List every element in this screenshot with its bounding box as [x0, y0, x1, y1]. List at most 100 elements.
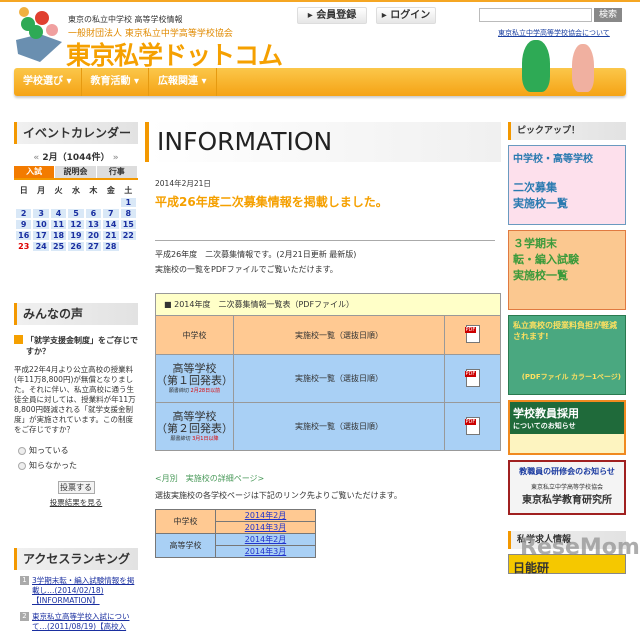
- calendar-day: [121, 242, 136, 251]
- weekday: 金: [106, 186, 115, 195]
- event-calendar-heading: イベントカレンダー: [14, 122, 138, 144]
- option-know[interactable]: 知っている: [14, 445, 138, 456]
- calendar-day[interactable]: 8: [120, 209, 136, 218]
- divider: [155, 240, 495, 241]
- poll-question: 「就学支援金制度」をご存じですか？: [26, 336, 138, 356]
- calendar-day[interactable]: 14: [103, 220, 119, 229]
- calendar-day[interactable]: 15: [120, 220, 136, 229]
- calendar-month-nav: « 2月（1044件） »: [14, 150, 138, 163]
- pdf-icon[interactable]: [464, 368, 480, 387]
- month-link[interactable]: 2014年3月: [245, 523, 286, 532]
- banner-training[interactable]: 教職員の研修会のお知らせ 東京私立中学高等学校協会 東京私学教育研究所: [508, 460, 626, 515]
- pdf-list-table: ■ 2014年度 二次募集情報一覧表（PDFファイル） 中学校 実施校一覧（選抜日…: [155, 293, 501, 451]
- calendar-day[interactable]: 18: [50, 231, 67, 240]
- login-button[interactable]: ▸ ログイン: [376, 7, 436, 24]
- calendar-day[interactable]: 16: [16, 231, 32, 240]
- calendar-day[interactable]: 17: [33, 231, 49, 240]
- calendar-day: [51, 198, 66, 207]
- month-link[interactable]: 2014年3月: [245, 547, 286, 556]
- intro-line: 平成26年度 二次募集情報です。(2月21日更新 最新版): [155, 250, 357, 259]
- ranking-item[interactable]: 2 東京私立高等学校入試について…(2011/08/19)【高校入: [14, 612, 138, 632]
- top-accent-line: [0, 0, 640, 2]
- calendar-day[interactable]: 11: [50, 220, 67, 229]
- tab-events[interactable]: 行事: [96, 166, 137, 178]
- calendar-day[interactable]: 20: [85, 231, 102, 240]
- banner-teacher-hiring[interactable]: 学校教員採用 についてのお知らせ: [508, 400, 626, 455]
- banner-transfer-exam[interactable]: ３学期末 転・編入試験 実施校一覧: [508, 230, 626, 310]
- calendar-day: [103, 198, 118, 207]
- ranking-heading: アクセスランキング: [14, 548, 138, 570]
- table-row: 高等学校 （第１回発表） 願書締切 2月28日以前 実施校一覧（選抜日順）: [155, 354, 501, 403]
- calendar-day[interactable]: 13: [85, 220, 102, 229]
- calendar-day: [16, 198, 31, 207]
- calendar-day[interactable]: 19: [68, 231, 84, 240]
- calendar-month: 2月（1044件）: [42, 153, 110, 163]
- poll-results-link[interactable]: 投票結果を見る: [14, 497, 138, 508]
- calendar-day[interactable]: 21: [103, 231, 119, 240]
- calendar-day[interactable]: 12: [68, 220, 84, 229]
- association-link[interactable]: 東京私立中学高等学校協会について: [498, 28, 610, 38]
- nav-school-choice[interactable]: 学校選び ▾: [14, 68, 82, 96]
- search-button[interactable]: 検索: [594, 8, 622, 22]
- search-input[interactable]: [479, 8, 592, 22]
- pickup-heading: ピックアップ！: [508, 122, 626, 140]
- register-button[interactable]: ▸ 会員登録: [297, 7, 367, 24]
- nav-education[interactable]: 教育活動 ▾: [82, 68, 150, 96]
- watermark: ReseMom: [520, 535, 640, 560]
- mascot-green-icon: [522, 40, 550, 92]
- calendar-grid: 日月火水木金土 1 2 3 4 5 6 7 8 9 10 11 12 13 14 15 16 17 18 19 20 21…: [14, 183, 138, 253]
- voice-heading: みんなの声: [14, 303, 138, 325]
- calendar-day[interactable]: 27: [85, 242, 102, 251]
- vote-button[interactable]: 投票する: [57, 481, 95, 494]
- calendar-day[interactable]: 3: [33, 209, 49, 218]
- table-row: 高等学校 （第２回発表） 願書締切 3月1日以降 実施校一覧（選抜日順）: [155, 402, 501, 451]
- prev-month-button[interactable]: «: [33, 153, 39, 163]
- banner-second-recruitment[interactable]: 中学校・高等学校 二次募集 実施校一覧: [508, 145, 626, 225]
- logo-mascots-box[interactable]: [14, 6, 66, 62]
- ranking-item[interactable]: 1 3学期末転・編入試験情報を掲載し…(2014/02/18)【INFORMATI…: [14, 576, 138, 606]
- calendar-day[interactable]: 24: [33, 242, 49, 251]
- monthly-section-title: <月別 実施校の詳細ページ>: [155, 474, 265, 483]
- calendar-day[interactable]: 26: [68, 242, 84, 251]
- banner-tuition[interactable]: 私立高校の授業料負担が軽減されます! (PDFファイル カラー1ページ): [508, 315, 626, 395]
- nav-pr[interactable]: 広報関連 ▾: [149, 68, 217, 96]
- mascot-pink-icon: [572, 44, 594, 92]
- calendar-day[interactable]: 4: [50, 209, 67, 218]
- tagline: 東京の私立中学校 高等学校情報: [68, 15, 183, 24]
- post-date: 2014年2月21日: [155, 179, 211, 188]
- calendar-day[interactable]: 5: [68, 209, 84, 218]
- tab-exam[interactable]: 入試: [14, 166, 55, 178]
- calendar-day: [68, 198, 83, 207]
- pdf-icon[interactable]: [464, 325, 480, 343]
- site-brand[interactable]: 東京私学ドットコム: [66, 36, 283, 72]
- calendar-day[interactable]: 2: [16, 209, 32, 218]
- question-icon: [14, 335, 23, 344]
- calendar-day: [33, 198, 48, 207]
- calendar-day[interactable]: 25: [50, 242, 67, 251]
- monthly-section-text: 選抜実施校の各学校ページは下記のリンク先よりご覧いただけます。: [155, 491, 402, 500]
- calendar-day[interactable]: 1: [120, 198, 136, 207]
- weekday: 土: [124, 186, 133, 195]
- calendar-day[interactable]: 10: [33, 220, 49, 229]
- weekday: 月: [37, 186, 46, 195]
- post-headline: 平成26年度二次募集情報を掲載しました。: [155, 195, 388, 209]
- poll-body: 平成22年4月より公立高校の授業料(年11万8,800円)が無償となりました。そ…: [14, 365, 136, 434]
- next-month-button[interactable]: »: [113, 153, 119, 163]
- tab-briefing[interactable]: 説明会: [55, 166, 96, 178]
- option-didnt-know[interactable]: 知らなかった: [14, 460, 138, 471]
- weekday: 水: [71, 186, 80, 195]
- intro-line-2: 実施校の一覧をPDFファイルでご覧いただけます。: [155, 265, 338, 274]
- deadline-link[interactable]: 2月28日以前: [191, 388, 221, 394]
- pdf-icon[interactable]: [464, 416, 480, 435]
- calendar-day[interactable]: 23: [16, 242, 31, 251]
- calendar-day[interactable]: 6: [85, 209, 102, 218]
- calendar-day[interactable]: 9: [16, 220, 32, 229]
- calendar-day[interactable]: 28: [103, 242, 119, 251]
- calendar-day[interactable]: 7: [103, 209, 119, 218]
- weekday: 日: [19, 186, 28, 195]
- calendar-day[interactable]: 22: [120, 231, 136, 240]
- month-link[interactable]: 2014年2月: [245, 511, 286, 520]
- month-link[interactable]: 2014年2月: [245, 535, 286, 544]
- weekday: 木: [89, 186, 98, 195]
- deadline-link[interactable]: 3月1日以降: [192, 436, 218, 442]
